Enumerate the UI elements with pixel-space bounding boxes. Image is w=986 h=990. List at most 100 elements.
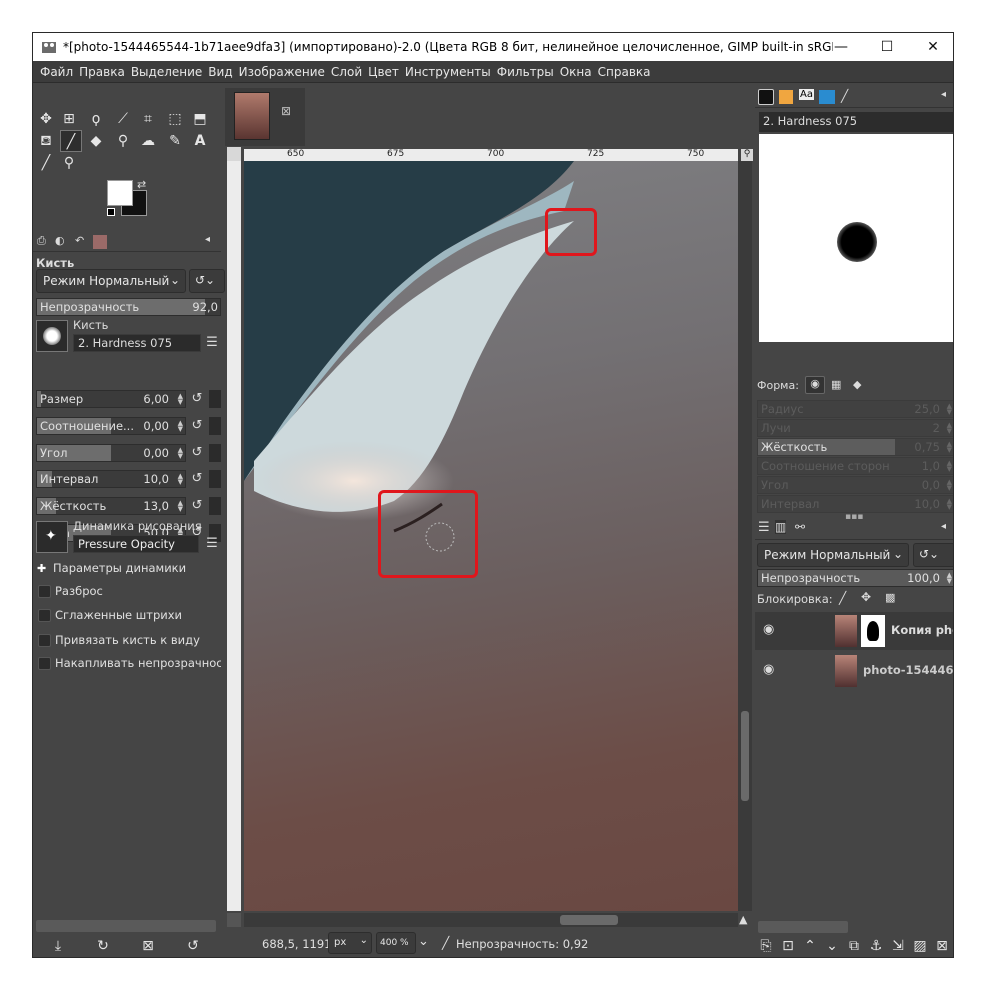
size-slider[interactable]: Размер 6,00 ▲ ▼: [36, 390, 186, 408]
channels-tab-icon[interactable]: ▥: [775, 520, 787, 534]
brush-edit-icon[interactable]: ☰: [203, 334, 221, 352]
jitter-checkbox[interactable]: [38, 585, 51, 598]
fonts-tab-icon[interactable]: Aa: [799, 89, 814, 100]
square-shape-icon[interactable]: ▦: [831, 378, 841, 391]
menu-windows[interactable]: Окна: [557, 61, 595, 83]
layers-tab-icon[interactable]: ☰: [758, 520, 770, 535]
clone-tool-icon[interactable]: ⚲: [112, 130, 134, 152]
eye-icon[interactable]: ◉: [763, 662, 774, 677]
palettes-tab-icon[interactable]: [819, 90, 835, 104]
merge-layer-icon[interactable]: ⇲: [887, 935, 909, 957]
menu-layer[interactable]: Слой: [328, 61, 365, 83]
layer-opacity-slider[interactable]: Непрозрачность 100,0 ▲ ▼: [757, 569, 953, 587]
brush-spikes-slider[interactable]: Лучи 2 ▲ ▼: [757, 419, 953, 437]
hardness-link-icon[interactable]: [209, 497, 221, 515]
paintbrush-tab-icon[interactable]: ╱: [841, 89, 848, 103]
dynamics-params-expander[interactable]: Параметры динамики: [53, 561, 186, 575]
zoom-tool-icon[interactable]: ⚲: [58, 152, 80, 174]
horizontal-scrollbar[interactable]: [244, 913, 738, 927]
brush-preview[interactable]: [36, 320, 68, 352]
raise-layer-icon[interactable]: ⌃: [799, 935, 821, 957]
opacity-slider[interactable]: Непрозрачность 92,0: [36, 298, 221, 316]
expand-icon[interactable]: ✚: [37, 562, 46, 575]
layer-mode-reset[interactable]: ↺⌄: [913, 543, 953, 567]
new-group-icon[interactable]: ⊡: [777, 935, 799, 957]
patterns-tab-icon[interactable]: [779, 90, 793, 104]
hardness-slider[interactable]: Жёсткость 13,0 ▲ ▼: [36, 497, 186, 515]
dynamics-edit-icon[interactable]: ☰: [203, 535, 221, 553]
smudge-tool-icon[interactable]: ☁: [137, 130, 159, 152]
brush-angle-slider[interactable]: Угол 0,0 ▲ ▼: [757, 476, 953, 494]
menu-filters[interactable]: Фильтры: [494, 61, 557, 83]
device-status-tab-icon[interactable]: ◐: [55, 234, 65, 247]
hardness-reset-icon[interactable]: ↺: [188, 497, 206, 515]
aspect-ratio-slider[interactable]: Соотношение... 0,00 ▲ ▼: [36, 417, 186, 435]
brush-aspect-ratio-slider[interactable]: Соотношение сторон 1,0 ▲ ▼: [757, 457, 953, 475]
layer-row[interactable]: ◉ Копия pho: [755, 612, 953, 650]
eraser-tool-icon[interactable]: ◆: [85, 130, 107, 152]
crop-tool-icon[interactable]: ⌗: [137, 108, 159, 130]
bucket-fill-icon[interactable]: ⛾: [35, 130, 57, 152]
brush-radius-slider[interactable]: Радиус 25,0 ▲ ▼: [757, 400, 953, 418]
layer-mode-select[interactable]: Режим Нормальный ⌄: [757, 543, 909, 567]
delete-layer-icon[interactable]: ⊠: [931, 935, 953, 957]
layer-row[interactable]: ◉ photo-154446: [755, 652, 953, 690]
paths-tab-icon[interactable]: ⚯: [795, 520, 805, 534]
angle-reset-icon[interactable]: ↺: [188, 444, 206, 462]
angle-link-icon[interactable]: [209, 444, 221, 462]
brushes-tab-icon[interactable]: [758, 89, 774, 105]
brush-spacing-slider[interactable]: Интервал 10,0 ▲ ▼: [757, 495, 953, 513]
paintbrush-tool-icon[interactable]: ╱: [60, 130, 82, 152]
foreground-color-swatch[interactable]: [107, 180, 133, 206]
left-scrollbar[interactable]: [36, 920, 216, 932]
configure-tab-icon[interactable]: ◂: [941, 89, 946, 100]
ruler-corner-icon[interactable]: [227, 147, 241, 161]
eye-icon[interactable]: ◉: [763, 622, 774, 637]
diamond-shape-icon[interactable]: ◆: [853, 378, 861, 391]
brush-name-field[interactable]: 2. Hardness 075: [73, 334, 201, 352]
lock-alpha-icon[interactable]: ▩: [885, 591, 895, 604]
restore-options-icon[interactable]: ↻: [92, 935, 114, 957]
horizontal-scroll-thumb[interactable]: [560, 915, 618, 925]
smooth-strokes-checkbox[interactable]: [38, 609, 51, 622]
align-tool-icon[interactable]: ⊞: [58, 108, 80, 130]
spacing-reset-icon[interactable]: ↺: [188, 470, 206, 488]
menu-tools[interactable]: Инструменты: [402, 61, 494, 83]
move-tool-icon[interactable]: ✥: [35, 108, 57, 130]
dynamics-field[interactable]: Pressure Opacity: [73, 535, 199, 553]
vertical-scroll-thumb[interactable]: [741, 711, 749, 801]
unified-transform-icon[interactable]: ⬚: [164, 108, 186, 130]
menu-select[interactable]: Выделение: [128, 61, 205, 83]
delete-options-icon[interactable]: ⊠: [137, 935, 159, 957]
swap-colors-icon[interactable]: ⇄: [137, 178, 146, 191]
menu-help[interactable]: Справка: [595, 61, 654, 83]
menu-color[interactable]: Цвет: [365, 61, 402, 83]
lasso-tool-icon[interactable]: ϙ: [85, 108, 107, 130]
mode-select[interactable]: Режим Нормальный ⌄: [36, 269, 186, 293]
zoom-select[interactable]: 400 %: [376, 932, 416, 954]
undo-history-tab-icon[interactable]: ↶: [75, 234, 84, 247]
angle-slider[interactable]: Угол 0,00 ▲ ▼: [36, 444, 186, 462]
dynamics-preview[interactable]: ✦: [36, 521, 68, 553]
duplicate-layer-icon[interactable]: ⧉: [843, 935, 865, 957]
lock-pixels-icon[interactable]: ╱: [839, 591, 846, 605]
circle-shape-icon[interactable]: ◉: [805, 376, 825, 394]
incremental-checkbox[interactable]: [38, 657, 51, 670]
menu-edit[interactable]: Правка: [76, 61, 128, 83]
path-tool-icon[interactable]: ✎: [164, 130, 186, 152]
spacing-slider[interactable]: Интервал 10,0 ▲ ▼: [36, 470, 186, 488]
size-reset-icon[interactable]: ↺: [188, 390, 206, 408]
tool-options-tab-icon[interactable]: ⎙: [37, 234, 46, 248]
layers-scrollbar[interactable]: [758, 921, 848, 933]
lower-layer-icon[interactable]: ⌄: [821, 935, 843, 957]
minimize-button[interactable]: —: [819, 33, 863, 61]
warp-tool-icon[interactable]: ⬒: [189, 108, 211, 130]
text-tool-icon[interactable]: A: [189, 130, 211, 152]
save-options-icon[interactable]: ⤓: [47, 935, 69, 957]
configure-tab-icon[interactable]: ◂: [205, 234, 210, 245]
fuzzy-select-icon[interactable]: ⟋: [112, 108, 134, 130]
unit-select[interactable]: px ⌄: [328, 932, 372, 954]
anchor-layer-icon[interactable]: ⚓: [865, 935, 887, 957]
new-layer-icon[interactable]: ⎘: [755, 935, 777, 957]
mode-reset-button[interactable]: ↺⌄: [189, 269, 225, 293]
